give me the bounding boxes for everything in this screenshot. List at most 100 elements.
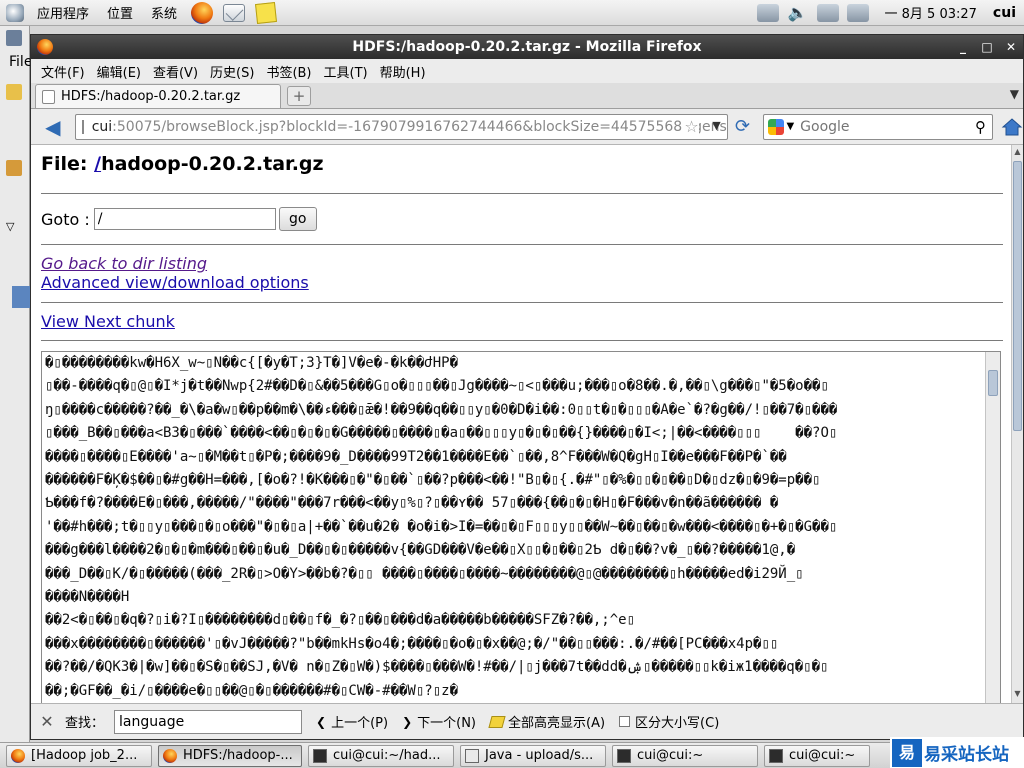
title-bar[interactable]: HDFS:/hadoop-0.20.2.tar.gz - Mozilla Fir… <box>31 35 1023 59</box>
firefox-launcher[interactable] <box>190 1 214 24</box>
task-terminal-hadoop[interactable]: cui@cui:~/had... <box>308 744 454 767</box>
terminal-icon <box>617 748 631 763</box>
home-icon <box>1001 117 1023 135</box>
background-window[interactable]: File ▽ <box>0 26 32 742</box>
background-window-file-menu[interactable]: File <box>9 54 32 70</box>
url-text[interactable]: cui:50075/browseBlock.jsp?blockId=-16790… <box>91 118 728 135</box>
chunk-line: ���_D��▯K/�▯�����(���_2R�▯>O�Y>��b�?�▯▯ … <box>45 565 804 582</box>
chevron-down-icon[interactable]: ▼ <box>786 121 794 132</box>
url-host: cui <box>91 118 113 135</box>
chunk-line: ▯���_B��▯���a<B3�▯���`����<��▯�▯�▯�G����… <box>45 425 838 442</box>
window-title: HDFS:/hadoop-0.20.2.tar.gz - Mozilla Fir… <box>352 39 702 55</box>
chunk-textarea[interactable]: �▯��������kw�H6X_w~▯N��c{[�y�T;3}T�]V�e�… <box>41 351 1001 703</box>
find-previous-label: 上一个(P) <box>331 716 389 731</box>
tab-bar: HDFS:/hadoop-0.20.2.tar.gz + ▼ <box>31 83 1023 109</box>
menu-help[interactable]: 帮助(H) <box>374 62 432 81</box>
page-scrollbar[interactable]: ▲ ▼ <box>1011 145 1023 703</box>
tab-hdfs-file[interactable]: HDFS:/hadoop-0.20.2.tar.gz <box>35 84 281 108</box>
chunk-line: ��2<�▯��▯�q�?▯i�?I▯��������d▯��▯f�_�?▯��… <box>45 612 636 629</box>
menu-bookmarks[interactable]: 书签(B) <box>260 62 317 81</box>
maximize-icon[interactable]: □ <box>975 35 999 59</box>
watermark-logo: 易 <box>892 738 922 767</box>
search-box[interactable]: ▼ ⚲ <box>763 113 993 140</box>
bookmark-star-icon[interactable]: ☆ <box>682 116 699 136</box>
scroll-up-icon[interactable]: ▲ <box>1012 147 1023 159</box>
home-button[interactable] <box>1001 116 1023 138</box>
mail-launcher[interactable] <box>222 2 246 24</box>
chunk-scrollbar[interactable] <box>985 352 1000 703</box>
close-icon[interactable]: ✕ <box>37 712 57 731</box>
panel-clock[interactable]: 一 8月 5 03:27 <box>873 3 989 22</box>
find-previous-button[interactable]: ❮ 上一个(P) <box>316 712 389 732</box>
scroll-thumb[interactable] <box>988 370 998 396</box>
url-bar[interactable]: cui:50075/browseBlock.jsp?blockId=-16790… <box>74 113 728 140</box>
binoculars-icon[interactable]: ⚲ <box>975 118 986 136</box>
task-label: cui@cui:~ <box>637 748 704 763</box>
close-icon[interactable]: ✕ <box>999 35 1023 59</box>
chevron-right-icon: ❯ <box>402 714 413 729</box>
volume-icon[interactable]: 🔈 <box>787 3 809 22</box>
task-label: [Hadoop job_2... <box>31 748 138 763</box>
task-terminal-2[interactable]: cui@cui:~ <box>764 744 870 767</box>
navigation-bar: ◀ cui:50075/browseBlock.jsp?blockId=-167… <box>31 109 1023 145</box>
notes-launcher[interactable] <box>254 1 278 24</box>
task-terminal-1[interactable]: cui@cui:~ <box>612 744 758 767</box>
new-tab-button[interactable]: + <box>287 86 311 106</box>
page-body: File: /hadoop-0.20.2.tar.gz Goto : go Go… <box>31 153 1013 703</box>
advanced-options-link[interactable]: Advanced view/download options <box>41 273 1013 292</box>
google-icon[interactable] <box>768 118 785 135</box>
task-label: cui@cui:~/had... <box>333 748 441 763</box>
menu-bar: 文件(F) 编辑(E) 查看(V) 历史(S) 书签(B) 工具(T) 帮助(H… <box>31 59 1023 83</box>
goto-input[interactable] <box>93 208 276 230</box>
tool-icon <box>6 160 22 176</box>
nav-links: Go back to dir listing Advanced view/dow… <box>41 245 1013 302</box>
go-button[interactable]: go <box>278 207 317 231</box>
file-label: File: <box>41 153 95 175</box>
file-name: hadoop-0.20.2.tar.gz <box>101 153 324 175</box>
goto-label: Goto : <box>41 209 90 229</box>
match-case-label: 区分大小写(C) <box>635 716 720 731</box>
find-input[interactable] <box>114 709 303 734</box>
panel-user[interactable]: cui <box>989 5 1024 21</box>
menu-tools[interactable]: 工具(T) <box>318 62 374 81</box>
selection-bar <box>12 286 30 308</box>
next-chunk-link[interactable]: View Next chunk <box>41 312 1013 331</box>
match-case-checkbox[interactable]: 区分大小写(C) <box>619 712 719 731</box>
task-hdfs-firefox[interactable]: HDFS:/hadoop-... <box>158 744 302 767</box>
find-label: 查找： <box>65 716 105 731</box>
menu-file[interactable]: 文件(F) <box>35 62 91 81</box>
chevron-down-icon[interactable]: ▼ <box>1010 87 1019 101</box>
minimize-icon[interactable]: _ <box>951 35 975 59</box>
reload-button[interactable]: ⟳ <box>732 116 754 138</box>
menu-view[interactable]: 查看(V) <box>147 62 204 81</box>
chevron-down-icon[interactable]: ▼ <box>712 119 720 132</box>
watermark-text: 易采站长站 <box>924 745 1009 765</box>
scroll-down-icon[interactable]: ▼ <box>1012 689 1023 701</box>
task-java-upload[interactable]: Java - upload/s... <box>460 744 606 767</box>
panel-menu-places[interactable]: 位置 <box>98 3 142 22</box>
app-icon <box>6 30 22 46</box>
url-path: :50075/browseBlock.jsp?blockId=-16790799… <box>112 118 728 135</box>
display-icon[interactable] <box>816 3 839 22</box>
highlight-all-label: 全部高亮显示(A) <box>508 716 606 731</box>
chunk-line: Ƅ���f�?����E�▯���,�����/"����"���7r���<�… <box>45 495 779 512</box>
menu-history[interactable]: 历史(S) <box>204 62 260 81</box>
folder-icon <box>6 84 22 100</box>
panel-menu-applications[interactable]: 应用程序 <box>28 3 98 22</box>
task-hadoop-job[interactable]: [Hadoop job_2... <box>6 744 152 767</box>
menu-edit[interactable]: 编辑(E) <box>91 62 147 81</box>
search-input[interactable] <box>800 118 961 135</box>
mail-icon <box>223 3 246 22</box>
power-icon[interactable] <box>846 3 869 22</box>
back-button[interactable]: ◀ <box>39 114 67 140</box>
scroll-thumb[interactable] <box>1013 161 1022 431</box>
gnome-foot-icon[interactable] <box>6 3 24 22</box>
highlight-all-button[interactable]: 全部高亮显示(A) <box>488 712 606 731</box>
back-to-dir-link[interactable]: Go back to dir listing <box>41 254 1013 273</box>
chevron-down-icon[interactable]: ▽ <box>6 220 22 236</box>
network-icon[interactable] <box>756 3 779 22</box>
find-next-button[interactable]: ❯ 下一个(N) <box>402 712 476 732</box>
panel-menu-system[interactable]: 系统 <box>142 3 186 22</box>
chunk-text[interactable]: �▯��������kw�H6X_w~▯N��c{[�y�T;3}T�]V�e�… <box>42 352 982 703</box>
chunk-line: ����N����H <box>45 589 130 606</box>
